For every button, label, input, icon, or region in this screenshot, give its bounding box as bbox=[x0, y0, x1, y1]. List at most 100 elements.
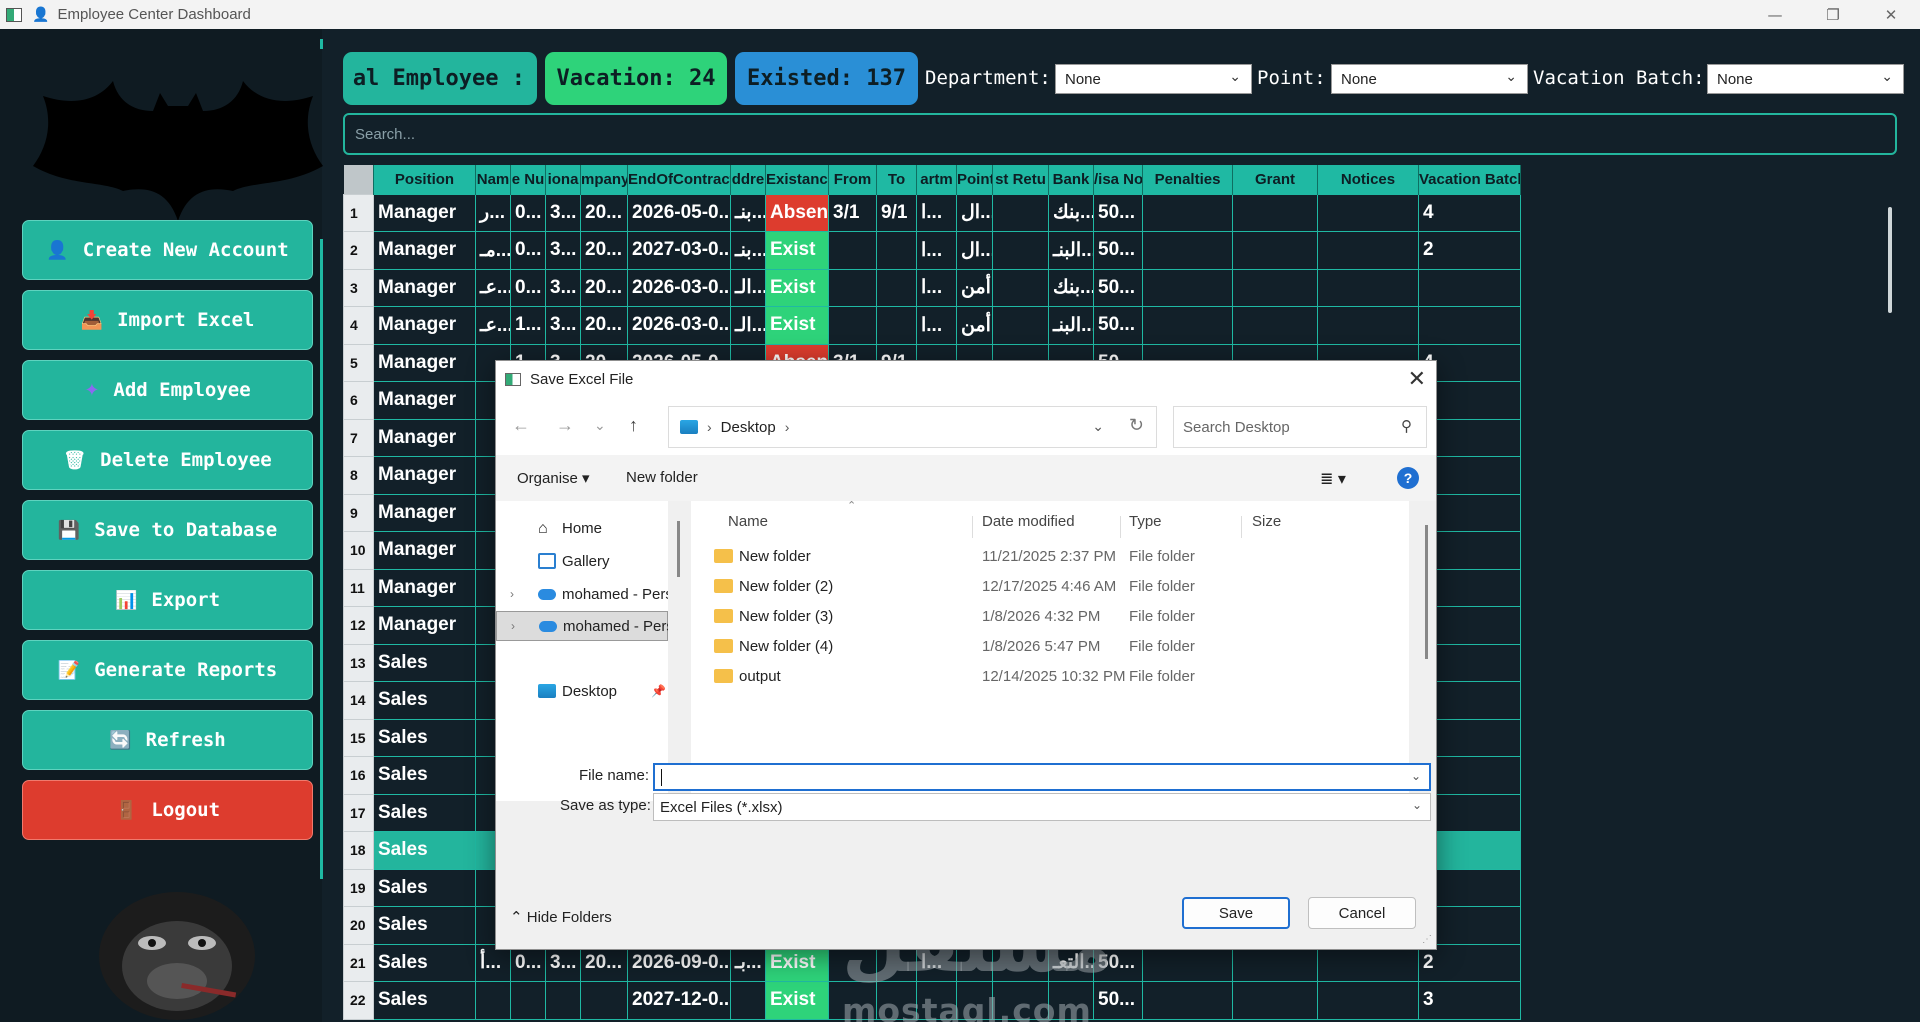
refresh-icon[interactable]: ↻ bbox=[1129, 415, 1144, 436]
table-cell[interactable]: Sales bbox=[373, 643, 476, 682]
table-cell[interactable] bbox=[916, 981, 957, 1020]
table-cell[interactable] bbox=[1142, 268, 1233, 307]
table-cell[interactable]: ا... bbox=[916, 268, 957, 307]
maximize-icon[interactable]: ❐ bbox=[1804, 0, 1862, 29]
table-cell[interactable]: 2026-03-0... bbox=[627, 306, 731, 345]
table-cell[interactable] bbox=[876, 981, 917, 1020]
column-header[interactable]: Grant bbox=[1232, 165, 1318, 194]
nav-item-desktop[interactable]: Desktop 📌 bbox=[496, 676, 668, 706]
table-cell[interactable]: أمن bbox=[956, 268, 993, 307]
table-cell[interactable]: 0... bbox=[510, 231, 546, 270]
row-number[interactable]: 19 bbox=[343, 868, 374, 907]
table-corner[interactable] bbox=[343, 165, 374, 194]
table-cell[interactable] bbox=[828, 231, 877, 270]
row-number[interactable]: 10 bbox=[343, 531, 374, 570]
table-cell[interactable]: 2027-12-0... bbox=[627, 981, 731, 1020]
nav-item-home[interactable]: ⌂ Home bbox=[496, 513, 668, 543]
table-cell[interactable]: البنـ... bbox=[1048, 231, 1094, 270]
expand-chevron-icon[interactable]: › bbox=[511, 619, 515, 633]
import-excel-button[interactable]: 📥 Import Excel bbox=[22, 290, 313, 350]
generate-reports-button[interactable]: 📝 Generate Reports bbox=[22, 640, 313, 700]
table-cell[interactable] bbox=[1418, 306, 1521, 345]
column-header[interactable]: Bank bbox=[1048, 165, 1094, 194]
table-cell[interactable]: ا... bbox=[916, 306, 957, 345]
column-header[interactable]: artm bbox=[916, 165, 957, 194]
table-cell[interactable] bbox=[876, 268, 917, 307]
forward-arrow-icon[interactable]: → bbox=[556, 415, 574, 436]
table-cell[interactable]: 50... bbox=[1093, 193, 1143, 232]
table-row[interactable]: 1 Manager ر... 0... 3... 20... 2026-05-0... بنـ… bbox=[343, 193, 1521, 232]
table-cell[interactable]: 0... bbox=[510, 193, 546, 232]
table-cell[interactable]: 50... bbox=[1093, 981, 1143, 1020]
table-cell[interactable] bbox=[730, 981, 766, 1020]
row-number[interactable]: 17 bbox=[343, 793, 374, 832]
row-number[interactable]: 4 bbox=[343, 306, 374, 345]
save-type-select[interactable]: Excel Files (*.xlsx) ⌄ bbox=[653, 793, 1431, 821]
search-desktop-input[interactable]: Search Desktop ⚲ bbox=[1173, 406, 1427, 448]
table-cell[interactable]: بنـ... bbox=[730, 193, 766, 232]
table-cell[interactable] bbox=[1048, 981, 1094, 1020]
add-employee-button[interactable]: ✦ Add Employee bbox=[22, 360, 313, 420]
column-header[interactable]: mpany bbox=[580, 165, 628, 194]
column-date-modified[interactable]: Date modified bbox=[982, 513, 1075, 530]
table-cell[interactable]: Sales bbox=[373, 868, 476, 907]
chevron-down-icon[interactable]: ⌄ bbox=[1411, 769, 1421, 783]
table-cell[interactable] bbox=[545, 981, 581, 1020]
breadcrumb-desktop[interactable]: Desktop bbox=[721, 419, 776, 436]
column-header[interactable]: Position bbox=[373, 165, 476, 194]
row-number[interactable]: 5 bbox=[343, 343, 374, 382]
create-account-button[interactable]: 👤 Create New Account bbox=[22, 220, 313, 280]
row-number[interactable]: 7 bbox=[343, 418, 374, 457]
column-size[interactable]: Size bbox=[1252, 513, 1281, 530]
table-cell[interactable]: Absent bbox=[765, 193, 829, 232]
table-cell[interactable]: بنك... bbox=[1048, 268, 1094, 307]
resize-grip-icon[interactable]: ⋰ bbox=[1422, 934, 1432, 945]
save-button[interactable]: Save bbox=[1182, 897, 1290, 929]
table-cell[interactable] bbox=[992, 231, 1049, 270]
table-cell[interactable]: ا... bbox=[916, 231, 957, 270]
vacation-batch-dropdown[interactable]: None ⌄ bbox=[1707, 64, 1904, 94]
expand-chevron-icon[interactable]: › bbox=[510, 587, 514, 601]
table-cell[interactable] bbox=[828, 981, 877, 1020]
table-cell[interactable]: الـ... bbox=[730, 268, 766, 307]
table-cell[interactable] bbox=[876, 306, 917, 345]
table-cell[interactable]: ا... bbox=[916, 193, 957, 232]
refresh-button[interactable]: 🔄 Refresh bbox=[22, 710, 313, 770]
row-number[interactable]: 1 bbox=[343, 193, 374, 232]
column-header[interactable]: e Nu bbox=[510, 165, 546, 194]
help-icon[interactable]: ? bbox=[1397, 467, 1419, 489]
table-cell[interactable]: عـ... bbox=[475, 306, 511, 345]
row-number[interactable]: 12 bbox=[343, 606, 374, 645]
table-cell[interactable]: Sales bbox=[373, 793, 476, 832]
table-cell[interactable]: Sales bbox=[373, 981, 476, 1020]
table-cell[interactable]: Sales bbox=[373, 718, 476, 757]
table-cell[interactable]: Sales bbox=[373, 831, 476, 870]
table-cell[interactable]: 50... bbox=[1093, 268, 1143, 307]
save-database-button[interactable]: 💾 Save to Database bbox=[22, 500, 313, 560]
table-cell[interactable]: Manager bbox=[373, 456, 476, 495]
table-cell[interactable]: Manager bbox=[373, 231, 476, 270]
table-cell[interactable] bbox=[1317, 981, 1419, 1020]
table-cell[interactable] bbox=[580, 981, 628, 1020]
row-number[interactable]: 21 bbox=[343, 943, 374, 982]
hide-folders-button[interactable]: ⌃ Hide Folders bbox=[510, 908, 612, 926]
table-cell[interactable] bbox=[1232, 981, 1318, 1020]
table-cell[interactable]: بنك... bbox=[1048, 193, 1094, 232]
table-cell[interactable] bbox=[1418, 268, 1521, 307]
table-cell[interactable]: Exist bbox=[765, 306, 829, 345]
table-cell[interactable]: Manager bbox=[373, 606, 476, 645]
table-cell[interactable]: Manager bbox=[373, 493, 476, 532]
close-window-icon[interactable]: ✕ bbox=[1862, 0, 1920, 29]
table-cell[interactable] bbox=[992, 981, 1049, 1020]
up-arrow-icon[interactable]: ↑ bbox=[629, 415, 638, 436]
table-cell[interactable]: بنـ... bbox=[730, 231, 766, 270]
table-cell[interactable]: Exist bbox=[765, 981, 829, 1020]
table-cell[interactable]: 20... bbox=[580, 231, 628, 270]
table-cell[interactable]: أمن bbox=[956, 306, 993, 345]
nav-item-gallery[interactable]: Gallery bbox=[496, 546, 668, 576]
table-cell[interactable] bbox=[828, 306, 877, 345]
table-cell[interactable] bbox=[1317, 306, 1419, 345]
table-cell[interactable]: 3... bbox=[545, 231, 581, 270]
table-cell[interactable]: ر... bbox=[475, 193, 511, 232]
table-cell[interactable] bbox=[828, 268, 877, 307]
